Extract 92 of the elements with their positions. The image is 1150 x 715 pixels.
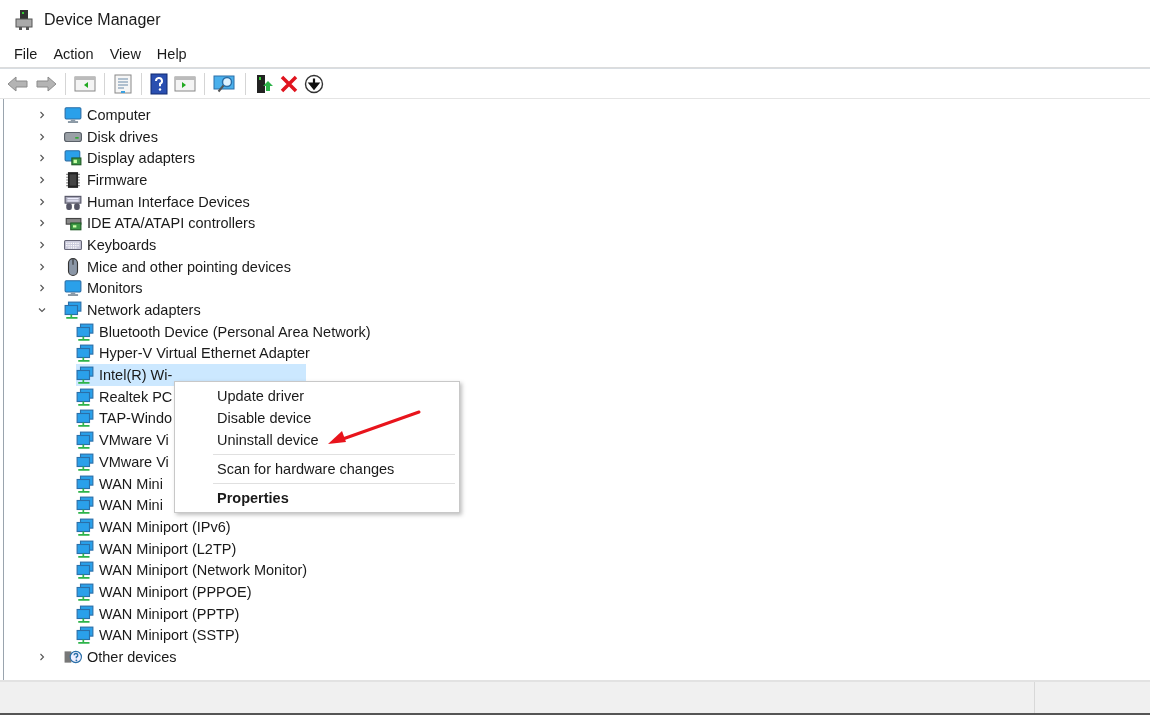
tree-item[interactable]: Human Interface Devices (64, 190, 253, 213)
tree-item-label: Realtek PC (99, 388, 173, 405)
tree-item-label: WAN Mini (99, 475, 163, 492)
menu-item[interactable]: View (101, 45, 149, 62)
menu-item[interactable]: Help (148, 45, 195, 62)
window-title: Device Manager (44, 11, 161, 29)
tree-item[interactable]: IDE ATA/ATAPI controllers (64, 212, 259, 235)
back-arrow-icon (7, 74, 29, 93)
update-driver-icon (254, 72, 274, 95)
menu-item[interactable]: Properties (175, 487, 459, 509)
forward-arrow-icon (35, 74, 57, 93)
help-icon (150, 72, 168, 95)
menu-item[interactable]: Update driver (175, 385, 459, 407)
network-computers-icon (76, 604, 94, 623)
network-computers-icon (76, 474, 94, 493)
tree-item-label: WAN Miniport (IPv6) (99, 518, 231, 535)
cross-icon (280, 74, 298, 93)
network-computers-icon (76, 366, 94, 385)
device-manager-icon (14, 9, 34, 31)
tree-item-label: WAN Miniport (SSTP) (99, 627, 240, 644)
panel-toggle-icon (74, 74, 96, 93)
tree-item[interactable]: Monitors (64, 277, 146, 300)
network-computers-icon (76, 409, 94, 428)
tree-item[interactable]: Firmware (64, 169, 151, 191)
tree-item-label: Other devices (87, 649, 177, 666)
menu-item[interactable]: File (6, 45, 46, 62)
tree-item[interactable]: Display adapters (64, 147, 198, 170)
tree-item-label: WAN Miniport (PPTP) (99, 605, 240, 622)
tree-item-label: VMware Vi (99, 453, 169, 470)
network-computers-icon (76, 582, 94, 601)
tree-item-label: IDE ATA/ATAPI controllers (87, 215, 256, 232)
tree-item[interactable]: WAN Miniport (L2TP) (76, 537, 240, 560)
tree-item-label: Display adapters (87, 150, 195, 167)
tree-item-label: WAN Miniport (Network Monitor) (99, 562, 308, 579)
tree-item[interactable]: WAN Miniport (SSTP) (76, 624, 243, 647)
tree-item[interactable]: WAN Mini (76, 472, 166, 495)
tree-item[interactable]: WAN Miniport (Network Monitor) (76, 559, 311, 582)
tree-item[interactable]: TAP-Windo (76, 407, 176, 430)
tree-item-label: Monitors (87, 280, 143, 297)
menu-item[interactable]: Uninstall device (175, 429, 459, 451)
tree-item-label: VMware Vi (99, 432, 169, 449)
tree-item[interactable]: Realtek PC (76, 385, 176, 408)
tree-item-label: TAP-Windo (99, 410, 173, 427)
tree-item[interactable]: Computer (64, 104, 154, 126)
monitor-icon (64, 279, 82, 298)
network-computers-icon (76, 387, 94, 406)
network-computers-icon (76, 344, 94, 363)
tree-item[interactable]: Bluetooth Device (Personal Area Network) (76, 320, 374, 343)
tree-item-label: Hyper-V Virtual Ethernet Adapter (99, 345, 310, 362)
tree-item-label: Human Interface Devices (87, 193, 250, 210)
tree-item[interactable]: Keyboards (64, 234, 160, 256)
tree-item[interactable]: Disk drives (64, 125, 161, 148)
menu-item[interactable]: Disable device (175, 407, 459, 429)
menu-item[interactable]: Scan for hardware changes (175, 458, 459, 480)
help-button[interactable] (147, 70, 171, 97)
tree-item[interactable]: Hyper-V Virtual Ethernet Adapter (76, 342, 313, 365)
tree-item[interactable]: VMware Vi (76, 451, 172, 473)
network-computers-icon (76, 452, 94, 471)
tree-item-label: Firmware (87, 171, 148, 188)
computer-icon (64, 105, 82, 124)
tree-item[interactable]: Network adapters (64, 299, 204, 321)
network-computers-icon (76, 626, 94, 645)
network-computers-icon (76, 517, 94, 536)
tree-item-label: Network adapters (87, 302, 201, 319)
tree-item-label: WAN Mini (99, 497, 163, 514)
tree-item-label: Keyboards (87, 236, 157, 253)
scan-monitor-icon (213, 73, 237, 94)
tree-item[interactable]: WAN Miniport (PPPOE) (76, 581, 255, 603)
chip-icon (64, 170, 82, 189)
tree-item-label: Bluetooth Device (Personal Area Network) (99, 323, 371, 340)
network-computers-icon (76, 496, 94, 515)
menu-item[interactable]: Action (45, 45, 102, 62)
panel-toggle-icon (174, 74, 196, 93)
network-computers-icon (76, 431, 94, 450)
tree-item[interactable]: WAN Mini (76, 494, 166, 517)
tree-item-label: Intel(R) Wi- (99, 367, 173, 384)
tree-item-label: Disk drives (87, 128, 158, 145)
tree-item-label: WAN Miniport (PPPOE) (99, 583, 252, 600)
display-adapter-icon (64, 149, 82, 168)
tree-item[interactable]: Mice and other pointing devices (64, 255, 294, 278)
properties-icon (113, 73, 133, 94)
tree-item-label: WAN Miniport (L2TP) (99, 540, 237, 557)
tree-item[interactable]: VMware Vi (76, 429, 172, 451)
network-computers-icon (64, 301, 82, 320)
tree-item[interactable]: WAN Miniport (IPv6) (76, 516, 234, 538)
network-computers-icon (76, 561, 94, 580)
tree-item[interactable]: Other devices (64, 646, 180, 668)
network-computers-icon (76, 539, 94, 558)
tree-item-label: Computer (87, 106, 151, 123)
tree-item[interactable]: WAN Miniport (PPTP) (76, 602, 243, 625)
network-computers-icon (76, 322, 94, 341)
tree-item-label: Mice and other pointing devices (87, 258, 291, 275)
